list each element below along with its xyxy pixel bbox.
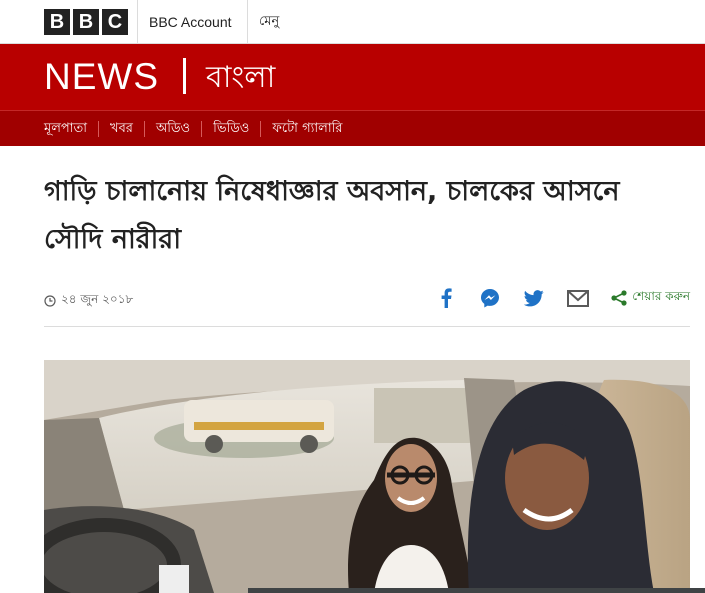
bbc-logo[interactable]: B B C [44, 9, 128, 35]
bbc-logo-letter: B [44, 9, 70, 35]
bbc-account-link[interactable]: BBC Account [137, 0, 244, 44]
section-navigation: মূলপাতা খবর অডিও ভিডিও ফটো গ্যালারি [0, 110, 705, 146]
share-toolbar: শেয়ার করুন [413, 287, 690, 309]
share-button[interactable]: শেয়ার করুন [611, 288, 690, 308]
headline-line-2: সৌদি নারীরা [44, 224, 182, 255]
menu-link[interactable]: মেনু [247, 0, 291, 44]
bbc-logo-letter: B [73, 9, 99, 35]
article-photo[interactable] [44, 360, 690, 593]
news-wordmark: NEWS [44, 56, 159, 97]
publish-date: ২৪ জুন ২০১৮ [44, 291, 133, 311]
date-text: ২৪ জুন ২০১৮ [61, 292, 134, 306]
bbc-top-bar: B B C BBC Account মেনু [0, 0, 705, 44]
messenger-icon[interactable] [479, 287, 501, 309]
clock-icon [44, 295, 56, 307]
news-bangla-masthead[interactable]: NEWS বাংলা [0, 44, 705, 110]
nav-item-news[interactable]: খবর [98, 121, 144, 137]
nav-item-audio[interactable]: অডিও [143, 121, 201, 137]
facebook-icon[interactable] [435, 287, 457, 309]
twitter-icon[interactable] [523, 287, 545, 309]
bbc-logo-letter: C [102, 9, 128, 35]
nav-item-home[interactable]: মূলপাতা [44, 121, 98, 137]
nav-item-video[interactable]: ভিডিও [201, 121, 260, 137]
women-driving-photo [44, 360, 690, 593]
nav-item-photo-gallery[interactable]: ফটো গ্যালারি [260, 121, 353, 137]
service-name: বাংলা [206, 60, 276, 95]
article-headline: গাড়ি চালানোয় নিষেধাজ্ঞার অবসান, চালকের… [44, 168, 684, 264]
article-byline: ২৪ জুন ২০১৮ শেয়ার করুন [44, 283, 690, 327]
masthead-divider [183, 58, 186, 94]
photo-bottom-edge [248, 588, 705, 593]
headline-line-1: গাড়ি চালানোয় নিষেধাজ্ঞার অবসান, চালকের… [44, 176, 620, 207]
email-icon[interactable] [567, 287, 590, 309]
share-icon [611, 290, 627, 306]
share-label: শেয়ার করুন [632, 289, 690, 303]
